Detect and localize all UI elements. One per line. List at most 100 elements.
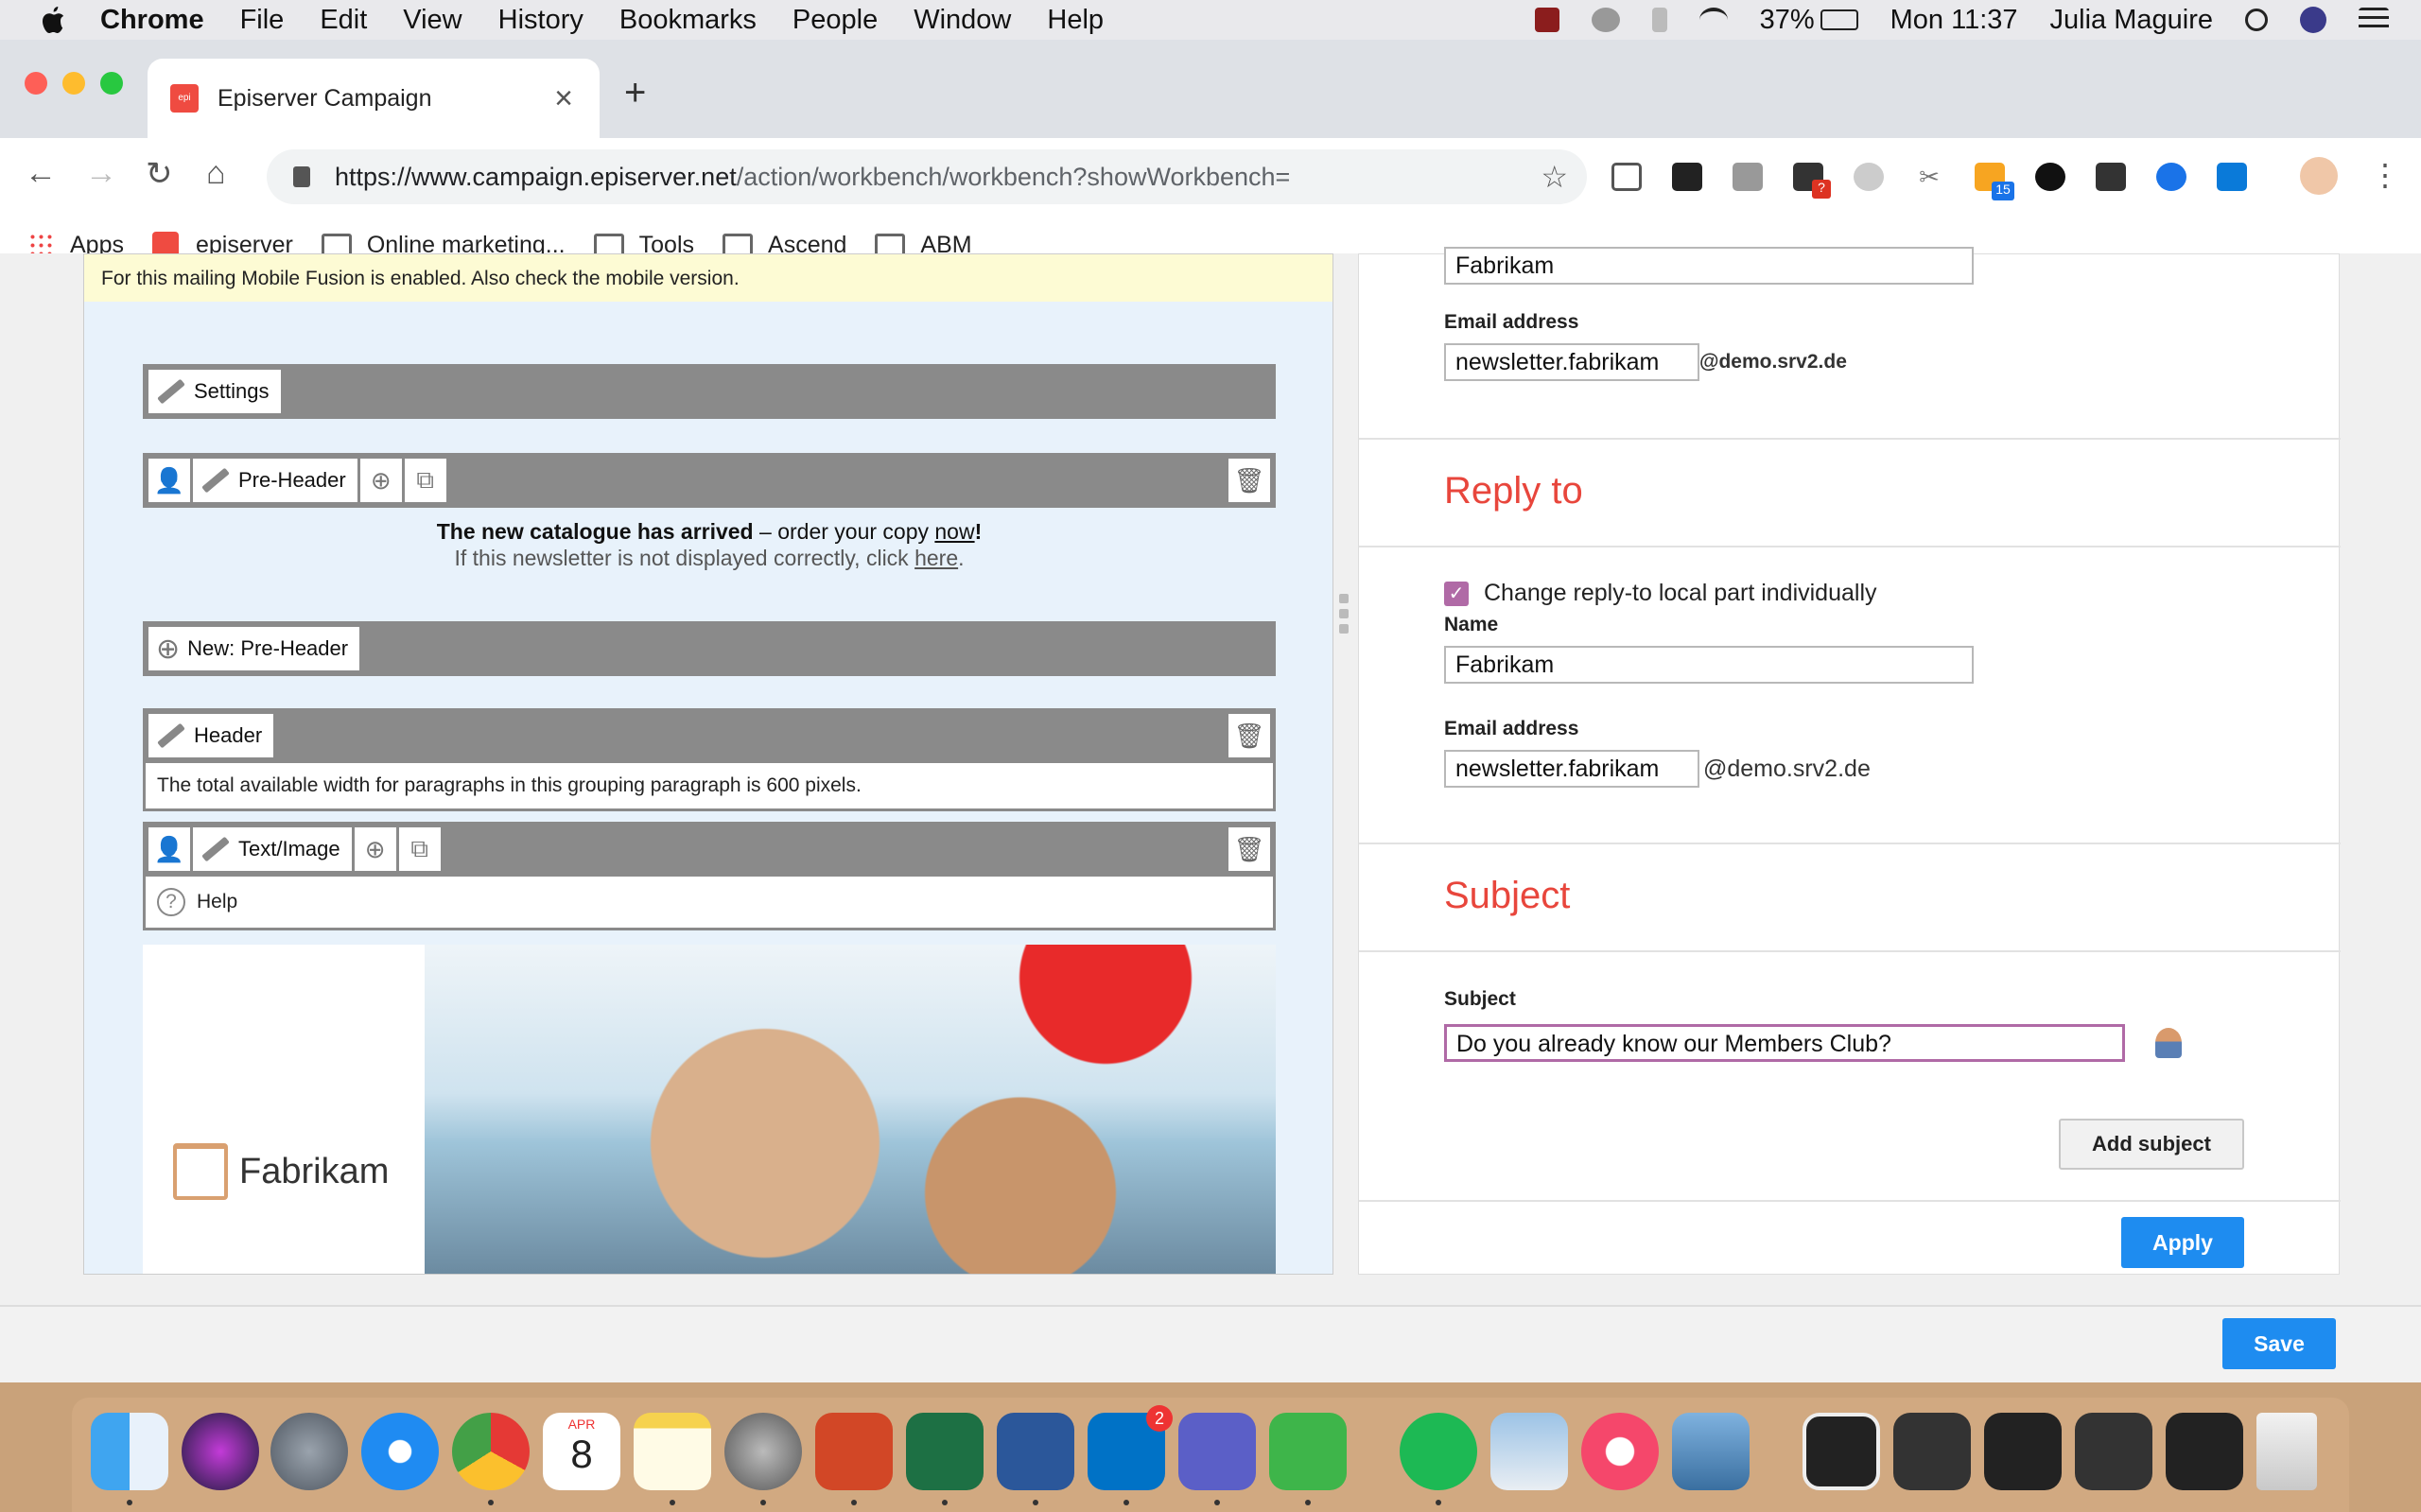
tab-close-icon[interactable]: × (554, 80, 573, 117)
person-icon[interactable]: 👤 (148, 827, 190, 871)
battery-icon[interactable] (1820, 9, 1858, 30)
zoom-window-button[interactable] (100, 72, 123, 95)
chrome-menu-icon[interactable]: ⋮ (2370, 157, 2400, 193)
camtasia-icon[interactable] (1269, 1413, 1347, 1490)
menu-view[interactable]: View (403, 5, 462, 36)
new-tab-button[interactable]: + (624, 72, 646, 114)
window-thumbnail-2[interactable] (1893, 1413, 1971, 1490)
safari-icon[interactable] (361, 1413, 439, 1490)
mail-icon[interactable] (1490, 1413, 1568, 1490)
back-icon[interactable]: ← (25, 155, 57, 192)
siri-icon[interactable] (2300, 7, 2326, 33)
buffer-extension-icon[interactable] (1672, 163, 1702, 191)
screen-recorder-icon[interactable] (1534, 8, 1559, 32)
save-button[interactable]: Save (2222, 1318, 2336, 1369)
sender-email-field[interactable]: newsletter.fabrikam (1444, 343, 1699, 381)
new-preheader-block[interactable]: ⊕ New: Pre-Header (143, 621, 1276, 676)
edit-pencil-icon[interactable] (157, 722, 185, 749)
user-name[interactable]: Julia Maguire (2050, 5, 2213, 36)
reply-email-field[interactable]: newsletter.fabrikam (1444, 750, 1699, 788)
menu-people[interactable]: People (792, 5, 878, 36)
launchpad-icon[interactable] (270, 1413, 348, 1490)
analytics-extension-icon[interactable]: ? (1793, 163, 1831, 199)
sender-name-field[interactable]: Fabrikam (1444, 247, 1974, 285)
reply-name-field[interactable]: Fabrikam (1444, 646, 1974, 684)
settings-block[interactable]: Settings (143, 364, 1276, 419)
home-icon[interactable]: ⌂ (206, 155, 226, 192)
address-bar[interactable]: https://www.campaign.episerver.net/actio… (267, 149, 1587, 204)
help-row[interactable]: ? Help (146, 874, 1273, 928)
camera-extension-icon[interactable] (1733, 163, 1763, 191)
gray-extension-icon[interactable] (1854, 163, 1884, 191)
notes-icon[interactable] (634, 1413, 711, 1490)
excel-icon[interactable] (906, 1413, 984, 1490)
copy-icon[interactable]: ⧉ (398, 827, 441, 871)
outlook-icon[interactable]: 2 (1088, 1405, 1173, 1490)
clock[interactable]: Mon 11:37 (1890, 5, 2018, 36)
preheader-block[interactable]: 👤 Pre-Header ⊕ ⧉ 🗑 (143, 453, 1276, 508)
check-extension-icon[interactable] (2156, 163, 2186, 191)
tab-episerver-campaign[interactable]: epi Episerver Campaign × (148, 59, 600, 138)
wifi-icon[interactable] (1698, 8, 1728, 32)
rss-extension-icon[interactable]: 15 (1975, 163, 2014, 200)
lock-icon[interactable] (293, 166, 310, 187)
menu-history[interactable]: History (498, 5, 583, 36)
notification-center-icon[interactable] (2359, 8, 2389, 32)
pane-splitter-handle[interactable] (1339, 594, 1350, 651)
order-now-link[interactable]: now (934, 519, 974, 544)
trash-icon[interactable]: 🗑 (1228, 827, 1270, 871)
trash-icon[interactable]: 🗑 (1228, 459, 1270, 502)
profile-avatar[interactable] (2300, 157, 2338, 195)
trash-icon[interactable]: 🗑 (1228, 714, 1270, 757)
add-circle-icon[interactable]: ⊕ (156, 633, 180, 666)
window-thumbnail-5[interactable] (2166, 1413, 2243, 1490)
view-online-link[interactable]: here (914, 546, 958, 570)
text-image-block[interactable]: 👤 Text/Image ⊕ ⧉ 🗑 ? Help (143, 822, 1276, 930)
personalization-icon[interactable] (2155, 1028, 2182, 1058)
banner-photo[interactable] (425, 945, 1276, 1274)
itunes-icon[interactable] (1581, 1413, 1659, 1490)
trash-dock-icon[interactable] (2256, 1413, 2317, 1490)
checkbox-checked-icon[interactable]: ✓ (1444, 581, 1469, 606)
copy-icon[interactable]: ⧉ (404, 459, 446, 502)
window-thumbnail-4[interactable] (2075, 1413, 2152, 1490)
powerpoint-icon[interactable] (815, 1413, 893, 1490)
bluetooth-icon[interactable] (1651, 8, 1667, 32)
chrome-dock-icon[interactable] (452, 1413, 530, 1490)
hootsuite-extension-icon[interactable] (2035, 163, 2065, 191)
menu-help[interactable]: Help (1047, 5, 1104, 36)
teams-icon[interactable] (1178, 1413, 1256, 1490)
target-icon[interactable]: ⊕ (359, 459, 402, 502)
forward-icon[interactable]: → (85, 155, 117, 192)
menu-window[interactable]: Window (914, 5, 1011, 36)
add-subject-button[interactable]: Add subject (2059, 1119, 2244, 1170)
reply-to-checkbox-row[interactable]: ✓ Change reply-to local part individuall… (1444, 580, 1877, 607)
target-icon[interactable]: ⊕ (354, 827, 396, 871)
menu-file[interactable]: File (240, 5, 285, 36)
edit-pencil-icon[interactable] (157, 378, 185, 405)
finder-icon[interactable] (91, 1413, 168, 1490)
minimize-window-button[interactable] (62, 72, 85, 95)
edit-pencil-icon[interactable] (201, 467, 230, 494)
blue-extension-icon[interactable] (2217, 163, 2247, 191)
spotlight-search-icon[interactable] (2245, 9, 2268, 31)
menu-bookmarks[interactable]: Bookmarks (619, 5, 757, 36)
creative-cloud-icon[interactable] (1591, 8, 1620, 32)
system-preferences-icon[interactable] (724, 1413, 802, 1490)
menu-edit[interactable]: Edit (320, 5, 367, 36)
apply-button[interactable]: Apply (2121, 1217, 2244, 1268)
preview-icon[interactable] (1672, 1413, 1750, 1490)
scissors-extension-icon[interactable]: ✂ (1914, 163, 1944, 191)
word-icon[interactable] (997, 1413, 1074, 1490)
pocket-extension-icon[interactable] (1611, 163, 1642, 191)
mixmax-extension-icon[interactable] (2096, 163, 2126, 191)
window-thumbnail-1[interactable] (1803, 1413, 1880, 1490)
close-window-button[interactable] (25, 72, 47, 95)
apple-menu-icon[interactable] (38, 5, 66, 35)
header-block[interactable]: Header 🗑 The total available width for p… (143, 708, 1276, 811)
spotify-icon[interactable] (1400, 1413, 1477, 1490)
bookmark-star-icon[interactable]: ☆ (1541, 159, 1568, 195)
subject-input[interactable]: Do you already know our Members Club? (1444, 1024, 2125, 1062)
reload-icon[interactable]: ↻ (146, 155, 173, 193)
menu-app-chrome[interactable]: Chrome (100, 5, 204, 36)
